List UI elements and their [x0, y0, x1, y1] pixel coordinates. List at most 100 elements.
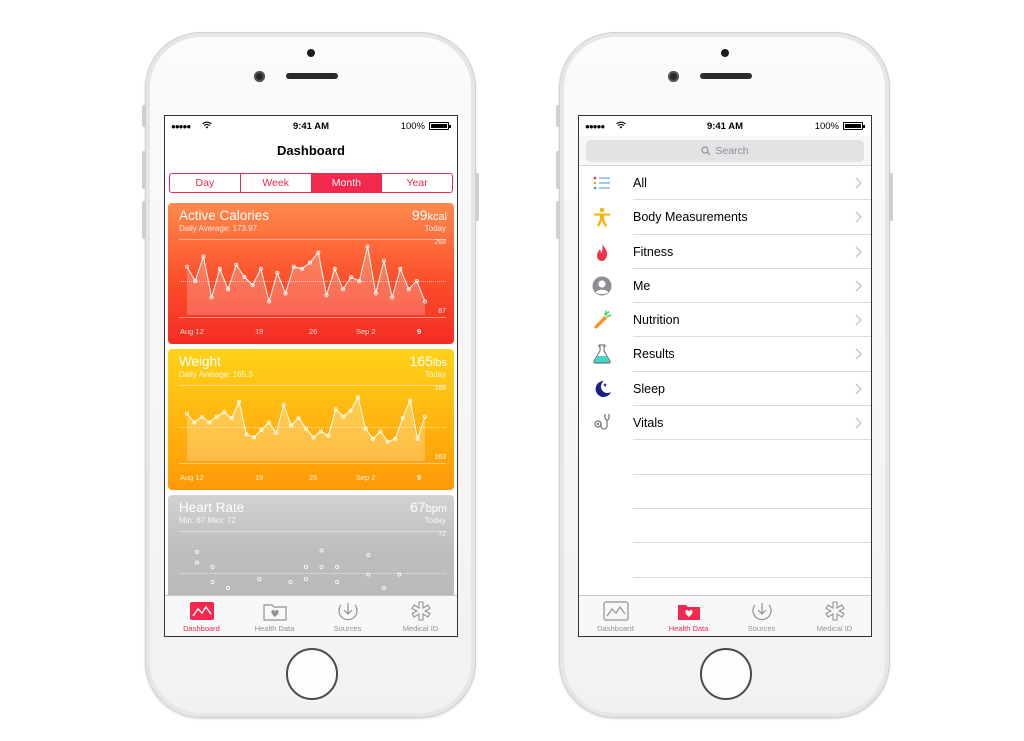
- category-label: Nutrition: [633, 313, 680, 328]
- chart-max-label: 268: [434, 239, 446, 246]
- health-data-icon: [262, 604, 287, 621]
- x-axis-label: Aug 12: [180, 327, 204, 336]
- weight-line-chart: [185, 395, 427, 461]
- period-segmented-control: Day Week Month Year: [169, 173, 453, 193]
- tab-bar: Dashboard Health Data Sources Medical ID: [165, 595, 457, 636]
- segment-day[interactable]: Day: [170, 174, 241, 192]
- flask-icon: [593, 345, 611, 364]
- page-title: Dashboard: [277, 143, 345, 158]
- volume-up-button: [142, 151, 146, 189]
- category-row-body-measurements[interactable]: Body Measurements: [579, 200, 871, 235]
- medical-id-icon: [824, 601, 845, 621]
- search-bar: Search: [579, 136, 871, 166]
- medical-id-icon: [410, 601, 431, 621]
- earpiece-speaker: [700, 73, 752, 79]
- chevron-right-icon: [855, 383, 862, 395]
- x-axis-label: 9: [417, 327, 422, 336]
- home-button[interactable]: [700, 648, 752, 700]
- tab-bar: Dashboard Health Data Sources Medical ID: [579, 595, 871, 636]
- card-value-number: 99: [411, 207, 428, 223]
- tab-label: Health Data: [668, 624, 709, 633]
- chart-data-point: [210, 565, 215, 570]
- tab-label: Dashboard: [183, 624, 220, 633]
- dashboard-icon: [189, 602, 214, 620]
- tab-health-data[interactable]: Health Data: [238, 596, 311, 636]
- card-value-number: 165: [409, 353, 433, 369]
- body-figure-icon: [594, 207, 610, 227]
- category-label: Vitals: [633, 416, 664, 431]
- category-row-sleep[interactable]: Sleep: [579, 372, 871, 407]
- search-input[interactable]: Search: [586, 140, 864, 162]
- health-data-screen: ●●●●● 9:41 AM 100% Search All Body Measu…: [578, 115, 872, 637]
- card-value-number: 67: [410, 499, 426, 515]
- tab-sources[interactable]: Sources: [725, 596, 798, 636]
- moon-icon: [595, 380, 611, 397]
- category-row-all[interactable]: All: [579, 166, 871, 201]
- x-axis-label: 26: [309, 327, 318, 336]
- x-axis-label: 19: [255, 473, 264, 482]
- dashboard-icon: [602, 601, 629, 621]
- card-value: 99kcal: [412, 207, 447, 223]
- chevron-right-icon: [855, 314, 862, 326]
- volume-down-button: [142, 201, 146, 239]
- power-button: [889, 173, 893, 221]
- category-row-nutrition[interactable]: Nutrition: [579, 303, 871, 338]
- segment-week[interactable]: Week: [241, 174, 312, 192]
- search-icon: [701, 146, 711, 156]
- health-data-icon: [677, 605, 700, 620]
- chart-data-point: [319, 565, 324, 570]
- x-axis-label: Sep 2: [356, 473, 376, 482]
- category-row-vitals[interactable]: Vitals: [579, 406, 871, 441]
- card-min-max: Min: 67 Max: 72: [179, 516, 236, 525]
- category-list: All Body Measurements Fitness Me Nutriti: [579, 166, 871, 578]
- flame-icon: [597, 242, 608, 261]
- chart-data-point: [304, 577, 309, 582]
- battery-icon: [429, 122, 451, 130]
- card-value-unit: bpm: [425, 503, 447, 515]
- sources-icon: [751, 603, 772, 621]
- chart-area: [187, 246, 425, 315]
- tab-medical-id[interactable]: Medical ID: [798, 596, 871, 636]
- empty-row: [579, 440, 871, 475]
- search-placeholder: Search: [715, 145, 749, 157]
- card-value-unit: lbs: [432, 357, 447, 369]
- home-button[interactable]: [286, 648, 338, 700]
- list-icon: [593, 176, 610, 190]
- front-camera: [254, 71, 265, 82]
- category-label: Body Measurements: [633, 210, 748, 225]
- chart-data-point: [194, 549, 199, 554]
- category-label: Me: [633, 278, 651, 293]
- battery-percentage: 100%: [400, 121, 425, 132]
- chart-min-label: 163: [434, 454, 446, 461]
- tab-label: Medical ID: [816, 624, 853, 633]
- card-title: Weight: [179, 354, 221, 369]
- chart-data-point: [257, 577, 262, 582]
- stethoscope-icon: [594, 414, 610, 430]
- category-row-fitness[interactable]: Fitness: [579, 235, 871, 270]
- category-label: Sleep: [633, 381, 665, 396]
- chart-data-point: [319, 548, 324, 553]
- earpiece-speaker: [286, 73, 338, 79]
- mute-switch: [556, 105, 560, 127]
- card-period: Today: [424, 224, 446, 233]
- sources-icon: [337, 603, 358, 621]
- weight-card[interactable]: Weight Daily Average: 165.3 165lbs Today…: [168, 349, 454, 490]
- tab-medical-id[interactable]: Medical ID: [384, 596, 457, 636]
- segment-month[interactable]: Month: [311, 174, 383, 192]
- segment-year[interactable]: Year: [382, 174, 452, 192]
- tab-sources[interactable]: Sources: [311, 596, 384, 636]
- category-row-me[interactable]: Me: [579, 269, 871, 304]
- tab-label: Sources: [747, 624, 776, 633]
- volume-up-button: [556, 151, 560, 189]
- chart-max-label: 168: [434, 385, 446, 392]
- calories-line-chart: [185, 244, 427, 315]
- category-label: All: [633, 176, 647, 190]
- carrot-icon: [594, 310, 612, 330]
- category-row-results[interactable]: Results: [579, 337, 871, 373]
- active-calories-card[interactable]: Active Calories Daily Average: 173.97 99…: [168, 203, 454, 344]
- card-daily-average: Daily Average: 165.3: [179, 370, 253, 379]
- tab-dashboard[interactable]: Dashboard: [579, 596, 652, 636]
- chart-data-point: [335, 580, 340, 585]
- tab-dashboard[interactable]: Dashboard: [165, 596, 238, 636]
- tab-health-data[interactable]: Health Data: [652, 596, 725, 636]
